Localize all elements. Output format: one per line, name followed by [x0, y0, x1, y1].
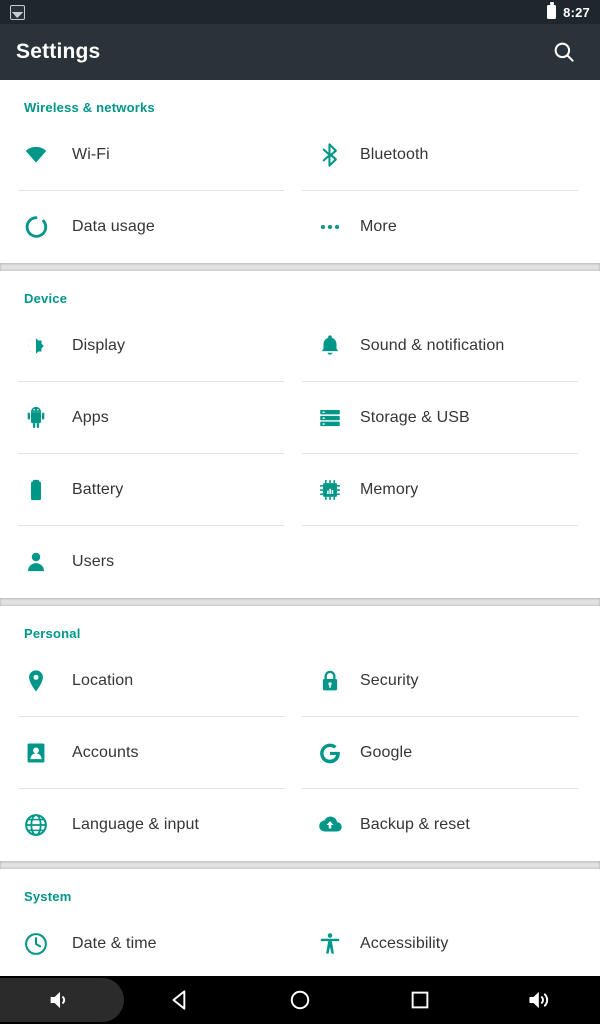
storage-icon	[300, 405, 360, 431]
data-usage-icon	[0, 214, 72, 240]
settings-item-label: Google	[360, 744, 413, 761]
volume-up-icon	[529, 991, 549, 1009]
settings-item-language-input[interactable]: Language & input	[0, 789, 300, 861]
globe-icon	[0, 812, 72, 838]
settings-item-label: Wi-Fi	[72, 146, 110, 163]
recents-button[interactable]	[360, 976, 480, 1024]
settings-item-accounts[interactable]: Accounts	[0, 717, 300, 789]
settings-item-accessibility[interactable]: Accessibility	[300, 908, 600, 980]
section-device: Device Display Sound & notification Apps…	[0, 271, 600, 598]
settings-item-label: Language & input	[72, 816, 200, 833]
settings-item-users[interactable]: Users	[0, 526, 300, 598]
settings-item-storage-usb[interactable]: Storage & USB	[300, 382, 600, 454]
section-header: Personal	[24, 626, 81, 641]
navigation-bar	[0, 976, 600, 1024]
settings-item-label: Data usage	[72, 218, 155, 235]
recents-square-icon	[411, 991, 429, 1009]
section-grid: Wi-Fi Bluetooth Data usage More	[0, 119, 600, 263]
bell-icon	[300, 333, 360, 359]
more-horizontal-icon	[300, 214, 360, 240]
settings-item-label: Apps	[72, 409, 109, 426]
cloud-upload-icon	[300, 812, 360, 838]
status-bar: 8:27	[0, 0, 600, 24]
settings-item-label: Accessibility	[360, 935, 449, 952]
brightness-icon	[0, 333, 72, 359]
settings-item-bluetooth[interactable]: Bluetooth	[300, 119, 600, 191]
location-pin-icon	[0, 668, 72, 694]
section-separator	[0, 263, 600, 271]
wifi-icon	[0, 142, 72, 168]
section-wireless-networks: Wireless & networks Wi-Fi Bluetooth Data…	[0, 80, 600, 263]
section-header: System	[24, 889, 72, 904]
page-title: Settings	[16, 40, 101, 63]
accessibility-icon	[300, 931, 360, 957]
settings-item-memory[interactable]: Memory	[300, 454, 600, 526]
clock-icon	[0, 931, 72, 957]
settings-item-data-usage[interactable]: Data usage	[0, 191, 300, 263]
volume-up-button[interactable]	[480, 976, 600, 1024]
app-bar: Settings	[0, 24, 600, 80]
settings-item-label: Security	[360, 672, 419, 689]
settings-item-label: Display	[72, 337, 126, 354]
settings-item-wifi[interactable]: Wi-Fi	[0, 119, 300, 191]
section-personal: Personal Location Security Accounts Goog…	[0, 606, 600, 861]
bluetooth-icon	[300, 142, 360, 168]
settings-item-label: Location	[72, 672, 134, 689]
settings-item-date-time[interactable]: Date & time	[0, 908, 300, 980]
memory-chip-icon	[300, 477, 360, 503]
section-grid: Date & time Accessibility	[0, 908, 600, 980]
section-separator	[0, 861, 600, 869]
settings-item-label: Memory	[360, 481, 419, 498]
person-icon	[0, 549, 72, 575]
settings-item-label: Storage & USB	[360, 409, 470, 426]
section-separator	[0, 598, 600, 606]
battery-icon	[0, 477, 72, 503]
android-icon	[0, 405, 72, 431]
settings-item-label: Accounts	[72, 744, 139, 761]
back-triangle-icon	[172, 990, 186, 1010]
battery-full-icon	[547, 2, 557, 19]
settings-item-display[interactable]: Display	[0, 310, 300, 382]
settings-item-label: More	[360, 218, 397, 235]
settings-item-security[interactable]: Security	[300, 645, 600, 717]
section-header: Device	[24, 291, 68, 306]
volume-down-icon	[50, 991, 66, 1009]
back-button[interactable]	[120, 976, 240, 1024]
settings-item-battery[interactable]: Battery	[0, 454, 300, 526]
settings-item-google[interactable]: Google	[300, 717, 600, 789]
settings-item-label: Users	[72, 553, 115, 570]
home-circle-icon	[290, 990, 310, 1010]
settings-item-label: Bluetooth	[360, 146, 429, 163]
settings-item-label: Sound & notification	[360, 337, 505, 354]
status-bar-clock: 8:27	[563, 4, 590, 20]
account-card-icon	[0, 740, 72, 766]
settings-list[interactable]: Wireless & networks Wi-Fi Bluetooth Data…	[0, 80, 600, 1024]
settings-item-sound-notification[interactable]: Sound & notification	[300, 310, 600, 382]
home-button[interactable]	[240, 976, 360, 1024]
settings-item-label: Backup & reset	[360, 816, 470, 833]
settings-item-more[interactable]: More	[300, 191, 600, 263]
settings-item-apps[interactable]: Apps	[0, 382, 300, 454]
status-bar-left	[10, 4, 25, 20]
lock-icon	[300, 668, 360, 694]
settings-item-label: Date & time	[72, 935, 157, 952]
volume-down-button[interactable]	[0, 976, 120, 1024]
settings-item-location[interactable]: Location	[0, 645, 300, 717]
search-icon	[554, 42, 574, 62]
search-button[interactable]	[544, 32, 584, 72]
section-header: Wireless & networks	[24, 100, 155, 115]
settings-item-label: Battery	[72, 481, 124, 498]
section-system: System Date & time Accessibility	[0, 869, 600, 980]
settings-item-empty	[300, 526, 600, 598]
screenshot-icon	[10, 4, 25, 20]
settings-item-backup-reset[interactable]: Backup & reset	[300, 789, 600, 861]
google-g-icon	[300, 740, 360, 766]
section-grid: Display Sound & notification Apps Storag…	[0, 310, 600, 598]
status-bar-right: 8:27	[547, 2, 590, 20]
section-grid: Location Security Accounts Google Langua…	[0, 645, 600, 861]
